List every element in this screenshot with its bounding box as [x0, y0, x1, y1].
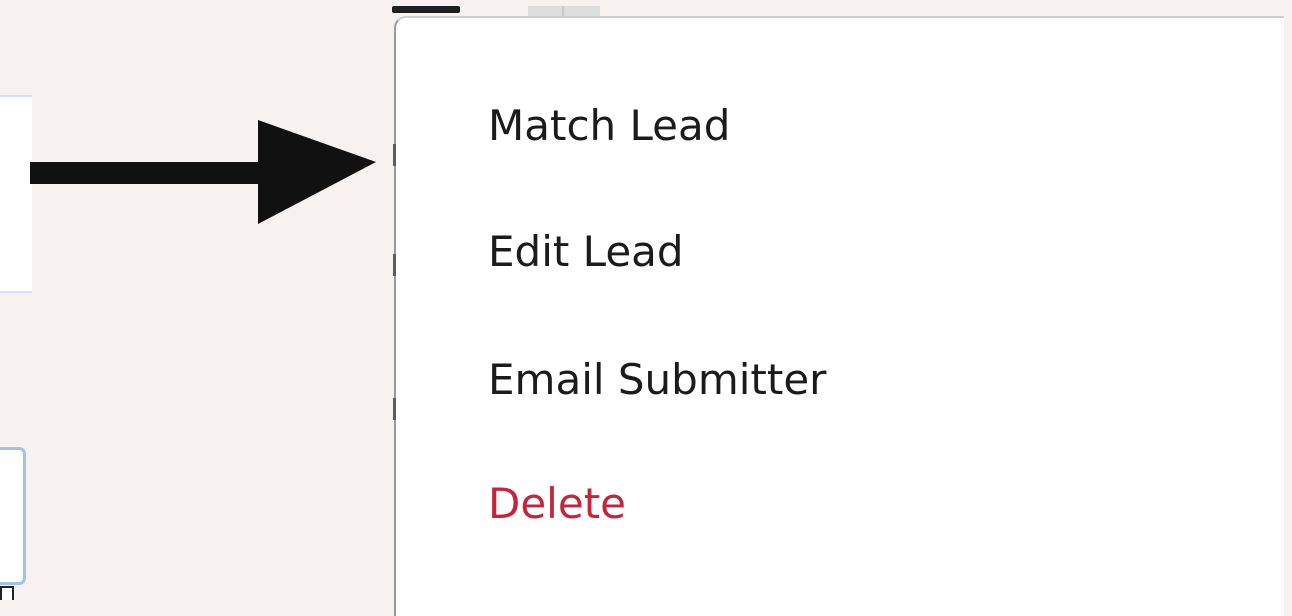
right-arrow-icon: [30, 120, 376, 224]
menu-item-match-lead[interactable]: Match Lead: [488, 96, 730, 156]
background-panel: [0, 95, 32, 293]
menu-edge-marker: [393, 254, 396, 276]
menu-edge-marker: [393, 144, 396, 166]
menu-item-delete[interactable]: Delete: [488, 474, 626, 534]
background-toolbar-fragment: [392, 6, 460, 13]
menu-item-email-submitter[interactable]: Email Submitter: [488, 350, 826, 410]
context-menu: Match Lead Edit Lead Email Submitter Del…: [393, 16, 1284, 616]
menu-edge-marker: [393, 398, 396, 420]
menu-item-edit-lead[interactable]: Edit Lead: [488, 222, 684, 282]
background-input-field: [0, 447, 26, 585]
background-checkbox: [0, 586, 14, 600]
